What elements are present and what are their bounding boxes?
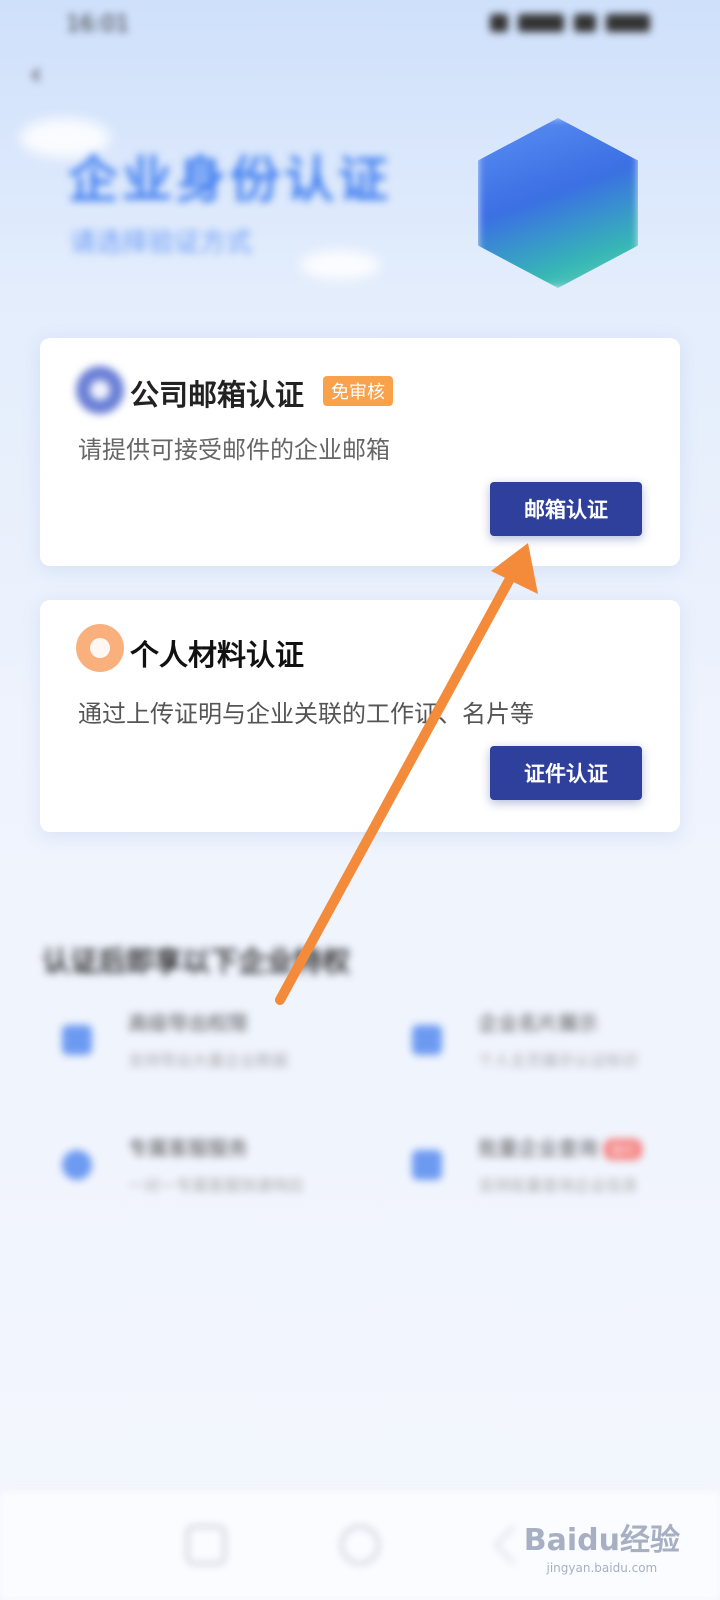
privilege-item[interactable]: 企业名片展示 个人主页展示认证标识 (392, 1005, 682, 1085)
service-icon (62, 1150, 92, 1180)
privilege-description: 个人主页展示认证标识 (478, 1051, 639, 1070)
no-review-badge: 免审核 (323, 376, 393, 406)
hot-badge: 限时 (604, 1139, 643, 1160)
personal-verification-card: 个人材料认证 通过上传证明与企业关联的工作证、名片等 证件认证 (40, 600, 680, 832)
network-icon (518, 14, 564, 32)
home-button[interactable] (340, 1525, 380, 1565)
card-icon (412, 1025, 442, 1055)
watermark-logo: Baidu经验 (523, 1523, 680, 1558)
signal-icon (490, 14, 508, 32)
email-verify-button[interactable]: 邮箱认证 (490, 482, 642, 536)
privilege-name: 批量企业查询 限时 (478, 1132, 643, 1161)
privilege-item[interactable]: 高级导出权限 支持导出大量企业数据 (42, 1005, 332, 1085)
privilege-name: 企业名片展示 (478, 1011, 598, 1035)
privilege-item[interactable]: 专属客服服务 一对一专属客服快速响应 (42, 1130, 332, 1210)
status-icons (490, 14, 650, 32)
search-icon (412, 1150, 442, 1180)
privilege-name: 专属客服服务 (128, 1136, 248, 1160)
page-title: 企业身份认证 (68, 151, 392, 209)
chevron-left-icon: ‹ (30, 57, 42, 92)
privilege-name: 高级导出权限 (128, 1011, 248, 1035)
privileges-title: 认证后即享以下企业特权 (42, 945, 351, 978)
wifi-icon (574, 14, 596, 32)
status-bar: 16:01 (0, 0, 720, 50)
card-description: 通过上传证明与企业关联的工作证、名片等 (78, 700, 534, 728)
recent-apps-button[interactable] (186, 1525, 226, 1565)
email-icon (76, 366, 124, 414)
battery-icon (606, 14, 650, 32)
cloud-decoration (300, 250, 380, 280)
person-icon (76, 624, 124, 672)
privilege-description: 支持批量查询企业信息 (478, 1176, 639, 1195)
card-description: 请提供可接受邮件的企业邮箱 (78, 436, 390, 464)
page-subtitle: 请选择验证方式 (70, 228, 253, 258)
status-time: 16:01 (66, 12, 130, 37)
verification-emblem-icon (478, 118, 638, 288)
baidu-watermark: Baidu经验 jingyan.baidu.com (524, 1515, 680, 1575)
privilege-item[interactable]: 批量企业查询 限时 支持批量查询企业信息 (392, 1130, 682, 1210)
card-title: 个人材料认证 (130, 638, 305, 672)
card-title: 公司邮箱认证 (130, 378, 305, 412)
privilege-description: 一对一专属客服快速响应 (128, 1176, 305, 1195)
folder-icon (62, 1025, 92, 1055)
privilege-description: 支持导出大量企业数据 (128, 1051, 289, 1070)
watermark-url: jingyan.baidu.com (546, 1561, 658, 1575)
back-button[interactable]: ‹ (30, 58, 64, 92)
document-verify-button[interactable]: 证件认证 (490, 746, 642, 800)
email-verification-card: 公司邮箱认证 免审核 请提供可接受邮件的企业邮箱 邮箱认证 (40, 338, 680, 566)
